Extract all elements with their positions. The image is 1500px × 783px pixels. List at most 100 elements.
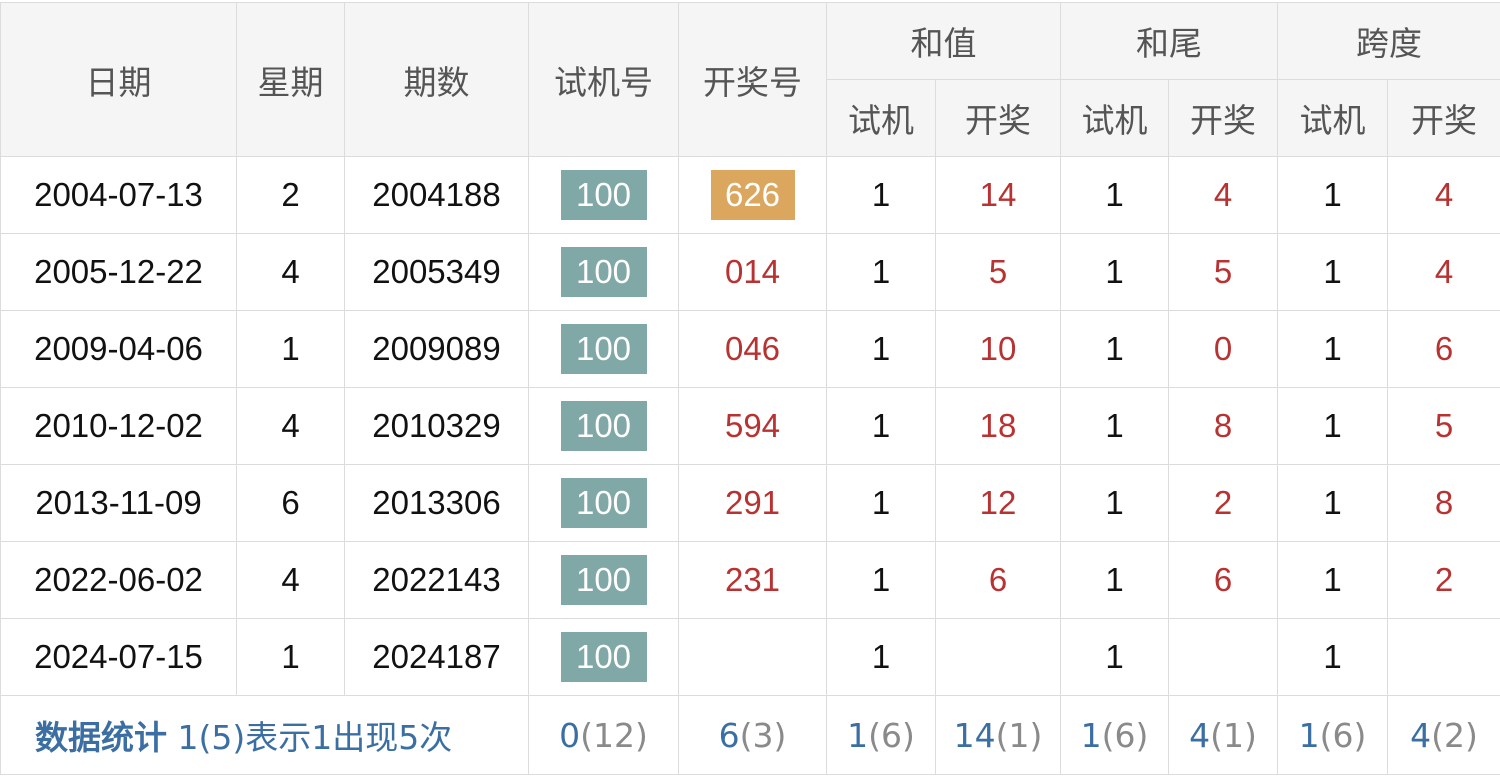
- cell-span-test: 1: [1277, 233, 1388, 311]
- table-row: 2022-06-02 4 2022143 100 231 1 6 1 6 1 2: [0, 541, 1500, 619]
- stats-count: (1): [995, 715, 1043, 755]
- stats-value: 4: [1189, 715, 1211, 755]
- cell-sum-test: 1: [826, 233, 936, 311]
- stats-tail-draw: 4(1): [1168, 695, 1278, 775]
- stats-legend: 数据统计 1(5)表示1出现5次: [0, 695, 529, 775]
- cell-sum-draw: 10: [935, 310, 1061, 388]
- stats-value: 1: [1080, 715, 1102, 755]
- cell-span-draw: [1387, 618, 1500, 696]
- cell-date: 2022-06-02: [0, 541, 237, 619]
- header-date: 日期: [0, 2, 237, 157]
- cell-draw: 594: [678, 387, 827, 465]
- cell-test: 100: [528, 387, 679, 465]
- cell-tail-test: 1: [1060, 618, 1169, 696]
- cell-sum-test: 1: [826, 464, 936, 542]
- cell-test: 100: [528, 541, 679, 619]
- header-tail-group: 和尾: [1060, 2, 1278, 80]
- cell-date: 2013-11-09: [0, 464, 237, 542]
- table-body: 2004-07-13 2 2004188 100 626 1 14 1 4 1 …: [0, 156, 1500, 775]
- cell-sum-draw: 14: [935, 156, 1061, 234]
- stats-tail-test: 1(6): [1060, 695, 1169, 775]
- cell-test: 100: [528, 464, 679, 542]
- cell-tail-test: 1: [1060, 233, 1169, 311]
- stats-count: (3): [739, 715, 787, 755]
- cell-span-test: 1: [1277, 387, 1388, 465]
- stats-count: (6): [1101, 715, 1149, 755]
- cell-sum-test: 1: [826, 541, 936, 619]
- cell-tail-test: 1: [1060, 156, 1169, 234]
- header-span-group: 跨度: [1277, 2, 1500, 80]
- cell-draw: 231: [678, 541, 827, 619]
- cell-span-draw: 2: [1387, 541, 1500, 619]
- cell-draw: [678, 618, 827, 696]
- cell-test: 100: [528, 618, 679, 696]
- cell-date: 2009-04-06: [0, 310, 237, 388]
- stats-row: 数据统计 1(5)表示1出现5次 0(12) 6(3) 1(6) 14(1) 1…: [0, 695, 1500, 775]
- cell-weekday: 4: [236, 387, 345, 465]
- cell-period: 2024187: [344, 618, 529, 696]
- cell-date: 2004-07-13: [0, 156, 237, 234]
- cell-span-draw: 4: [1387, 156, 1500, 234]
- cell-tail-draw: 4: [1168, 156, 1278, 234]
- cell-sum-test: 1: [826, 156, 936, 234]
- cell-period: 2022143: [344, 541, 529, 619]
- cell-period: 2004188: [344, 156, 529, 234]
- cell-weekday: 1: [236, 310, 345, 388]
- cell-span-draw: 5: [1387, 387, 1500, 465]
- cell-period: 2013306: [344, 464, 529, 542]
- cell-span-draw: 4: [1387, 233, 1500, 311]
- header-span-test: 试机: [1277, 79, 1388, 157]
- cell-date: 2005-12-22: [0, 233, 237, 311]
- cell-sum-draw: 18: [935, 387, 1061, 465]
- cell-weekday: 4: [236, 233, 345, 311]
- header-weekday: 星期: [236, 2, 345, 157]
- cell-span-test: 1: [1277, 618, 1388, 696]
- stats-count: (6): [868, 715, 915, 755]
- cell-period: 2010329: [344, 387, 529, 465]
- test-number-badge: 100: [560, 401, 647, 451]
- cell-tail-test: 1: [1060, 541, 1169, 619]
- table-row: 2013-11-09 6 2013306 100 291 1 12 1 2 1 …: [0, 464, 1500, 542]
- stats-count: (1): [1210, 715, 1257, 755]
- header-draw-number: 开奖号: [678, 2, 827, 157]
- cell-tail-draw: [1168, 618, 1278, 696]
- stats-sum-test: 1(6): [826, 695, 936, 775]
- test-number-badge: 100: [560, 324, 647, 374]
- cell-span-draw: 8: [1387, 464, 1500, 542]
- cell-tail-draw: 8: [1168, 387, 1278, 465]
- test-number-badge: 100: [560, 170, 647, 220]
- table-row: 2009-04-06 1 2009089 100 046 1 10 1 0 1 …: [0, 310, 1500, 388]
- header-span-draw: 开奖: [1387, 79, 1500, 157]
- cell-test: 100: [528, 233, 679, 311]
- cell-span-test: 1: [1277, 310, 1388, 388]
- cell-span-test: 1: [1277, 156, 1388, 234]
- header-period: 期数: [344, 2, 529, 157]
- lottery-history-table: 日期 星期 期数 试机号 开奖号 和值 和尾 跨度 试机 开奖 试机 开奖 试机…: [0, 2, 1500, 775]
- cell-period: 2005349: [344, 233, 529, 311]
- cell-draw: 291: [678, 464, 827, 542]
- cell-span-test: 1: [1277, 464, 1388, 542]
- cell-tail-draw: 5: [1168, 233, 1278, 311]
- test-number-badge: 100: [560, 555, 647, 605]
- cell-draw: 626: [678, 156, 827, 234]
- table-header: 日期 星期 期数 试机号 开奖号 和值 和尾 跨度 试机 开奖 试机 开奖 试机…: [0, 2, 1500, 157]
- stats-value: 1: [847, 715, 869, 755]
- test-number-badge: 100: [560, 478, 647, 528]
- stats-value: 6: [718, 715, 740, 755]
- cell-span-draw: 6: [1387, 310, 1500, 388]
- header-sum-test: 试机: [826, 79, 936, 157]
- cell-sum-draw: 5: [935, 233, 1061, 311]
- cell-sum-draw: 12: [935, 464, 1061, 542]
- header-test-number: 试机号: [528, 2, 679, 157]
- cell-tail-draw: 2: [1168, 464, 1278, 542]
- stats-span-test: 1(6): [1277, 695, 1388, 775]
- stats-value: 4: [1410, 715, 1432, 755]
- stats-value: 1: [1298, 715, 1320, 755]
- stats-value: 14: [953, 715, 996, 755]
- stats-test: 0(12): [528, 695, 679, 775]
- header-sum-draw: 开奖: [935, 79, 1061, 157]
- cell-weekday: 6: [236, 464, 345, 542]
- table-row: 2010-12-02 4 2010329 100 594 1 18 1 8 1 …: [0, 387, 1500, 465]
- header-sum-group: 和值: [826, 2, 1061, 80]
- cell-tail-test: 1: [1060, 387, 1169, 465]
